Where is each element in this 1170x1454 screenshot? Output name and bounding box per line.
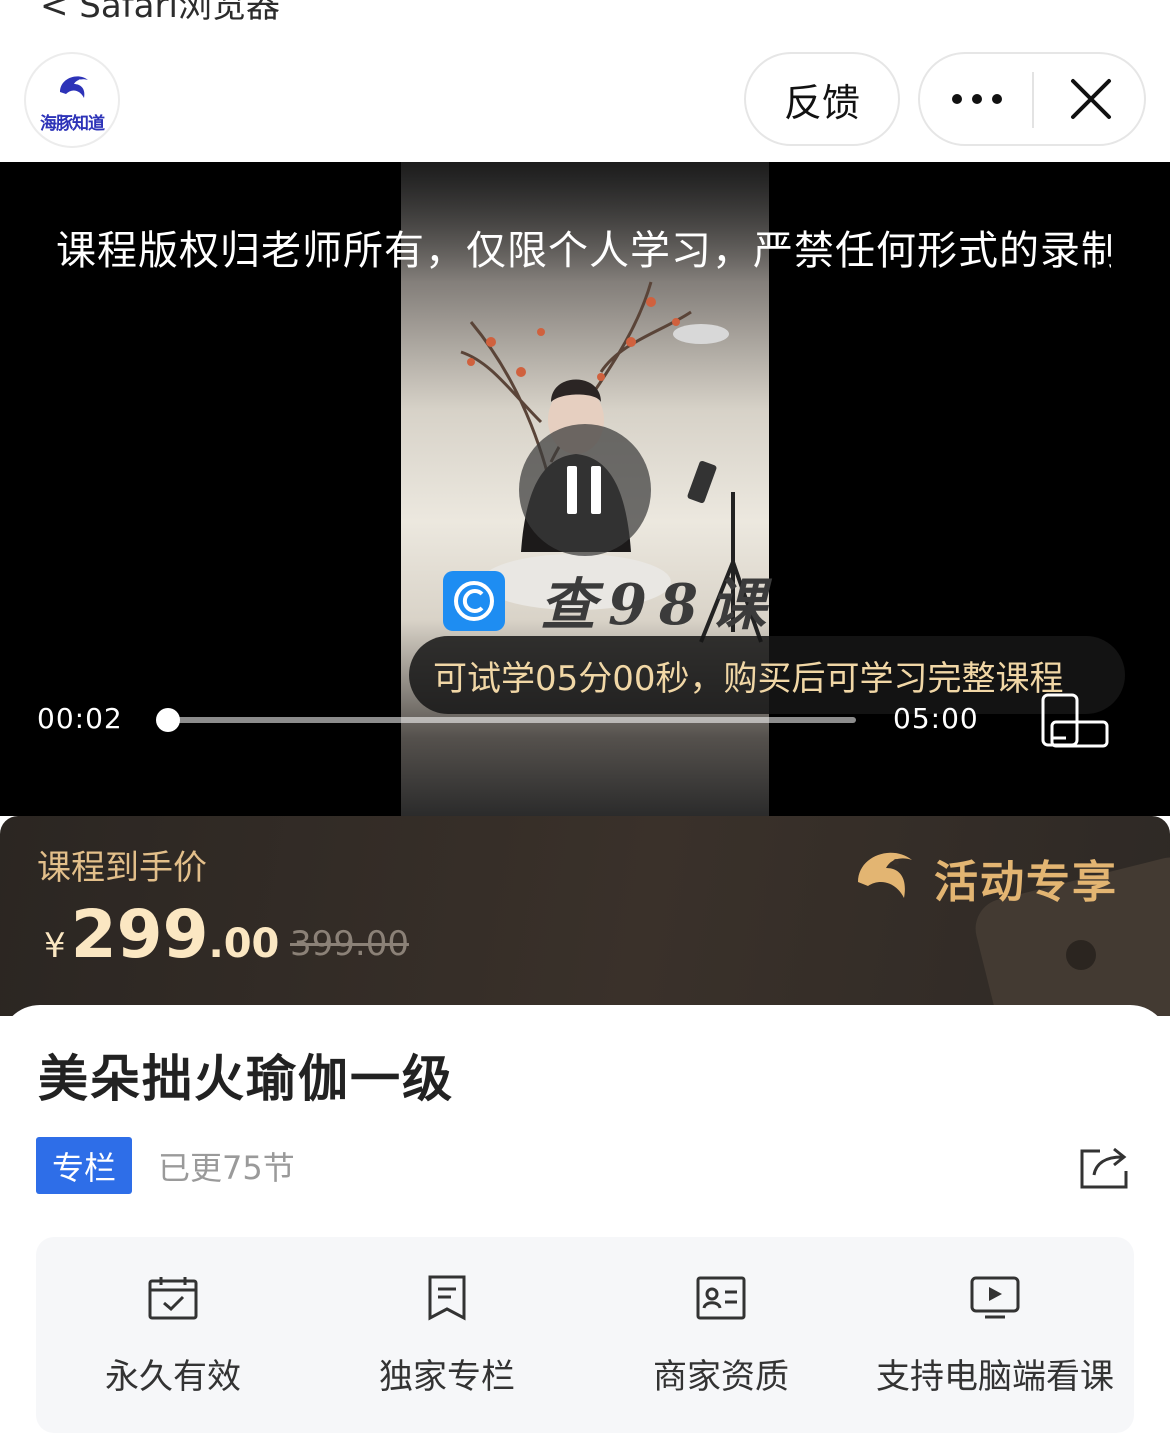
course-info-card: 美朵拙火瑜伽一级 专栏 已更75节 永久有效 独家专栏 商家资质 支持电脑端看课 [0,1005,1170,1454]
pause-icon-bar [591,466,601,514]
more-dots-icon [952,94,1002,104]
video-player[interactable]: 课程版权归老师所有，仅限个人学习，严禁任何形式的录制 查98课 可试学05分00… [0,162,1170,816]
feature-label: 支持电脑端看课 [876,1357,1114,1397]
promo-decoration-dot [1066,940,1096,970]
price-decimal: .00 [208,921,280,967]
logo-text: 海豚知道 [40,114,105,134]
close-icon [1071,79,1111,119]
progress-bar[interactable] [155,708,856,732]
feature-list: 永久有效 独家专栏 商家资质 支持电脑端看课 [36,1237,1134,1433]
more-button[interactable] [920,54,1034,144]
feature-item: 商家资质 [584,1237,858,1433]
capsule-divider [1032,72,1034,128]
trial-tip: 可试学05分00秒，购买后可学习完整课程 [409,636,1125,714]
feature-item: 支持电脑端看课 [858,1237,1132,1433]
feature-label: 独家专栏 [379,1357,515,1397]
feature-item: 永久有效 [36,1237,310,1433]
column-tag: 专栏 [36,1137,132,1194]
duration: 05:00 [893,702,979,735]
share-icon[interactable] [1078,1141,1132,1191]
current-time: 00:02 [37,702,123,735]
dolphin-icon [858,852,912,898]
rotate-screen-icon[interactable] [1040,692,1110,750]
feature-label: 永久有效 [105,1357,241,1397]
price-integer: 299 [70,896,209,973]
currency-symbol: ¥ [44,926,66,966]
app-logo[interactable]: 海豚知道 [24,52,120,148]
watermark-text: 查98课 [540,572,778,638]
monitor-play-icon [970,1276,1020,1319]
price-label: 课程到手价 [37,848,207,888]
promo-label: 活动专享 [934,857,1118,908]
dolphin-icon [60,76,88,98]
watermark-logo-icon [443,571,505,631]
feature-item: 独家专栏 [310,1237,584,1433]
current-price: ¥ 299.00 [44,896,279,973]
course-title: 美朵拙火瑜伽一级 [38,1050,454,1108]
pause-button[interactable] [519,424,651,556]
update-count: 已更75节 [158,1149,295,1187]
capsule-menu [918,52,1146,146]
back-to-safari-link[interactable]: < Safari浏览器 [40,0,280,27]
price-banner: 课程到手价 ¥ 299.00 399.00 活动专享 [0,816,1170,1016]
feature-label: 商家资质 [653,1357,789,1397]
feedback-button[interactable]: 反馈 [744,52,900,146]
id-card-icon [696,1276,746,1320]
calendar-check-icon [148,1277,198,1320]
close-button[interactable] [1036,54,1146,144]
original-price: 399.00 [290,924,409,964]
copyright-notice: 课程版权归老师所有，仅限个人学习，严禁任何形式的录制 [56,228,1111,274]
pause-icon [567,466,577,514]
top-bar: < Safari浏览器 海豚知道 反馈 [0,0,1170,162]
progress-knob[interactable] [155,708,180,732]
document-icon [428,1275,466,1321]
